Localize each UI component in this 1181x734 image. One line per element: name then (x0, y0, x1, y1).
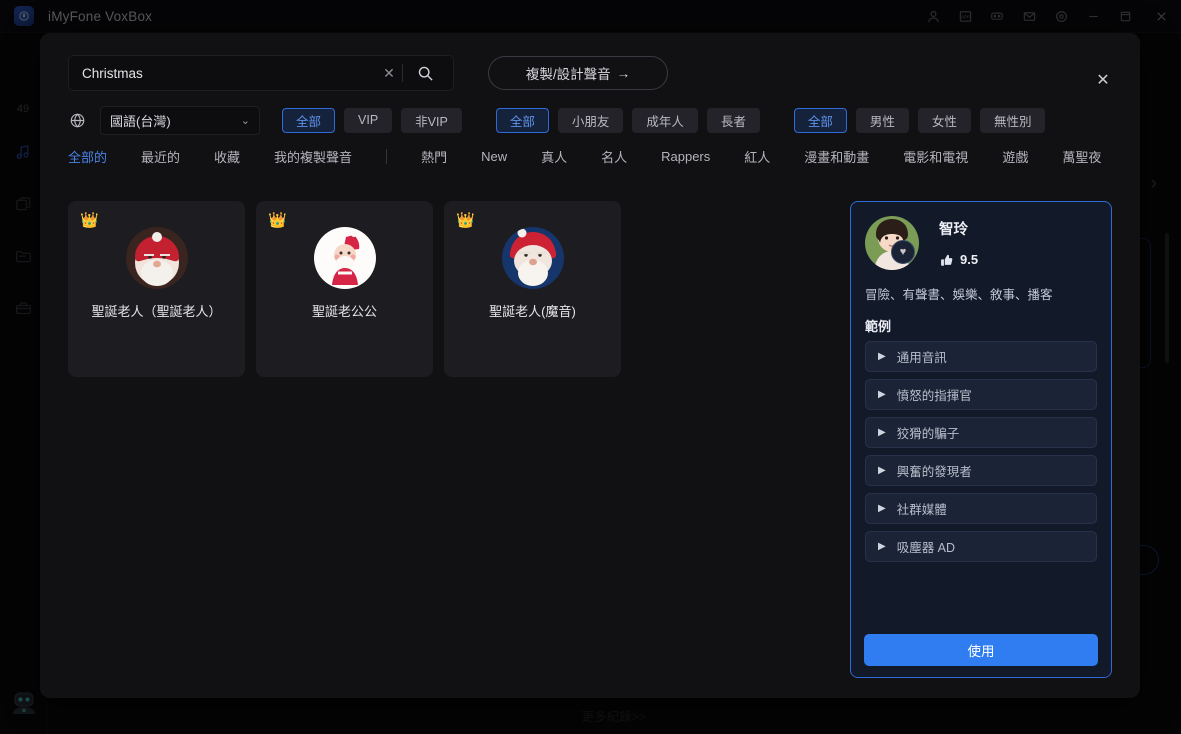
voice-rating: 9.5 (939, 252, 978, 267)
sample-item[interactable]: ▶ 憤怒的指揮官 (865, 379, 1097, 410)
avatar (125, 227, 188, 289)
sample-item[interactable]: ▶ 通用音訊 (865, 341, 1097, 372)
filter-gender-female[interactable]: 女性 (917, 107, 971, 133)
tabs-divider (386, 148, 388, 164)
use-voice-button[interactable]: 使用 (864, 634, 1098, 666)
tab-favorites[interactable]: 收藏 (214, 147, 240, 166)
chevron-down-icon: ⌄ (240, 114, 250, 127)
filter-gender-none[interactable]: 無性別 (979, 107, 1046, 133)
voice-detail-meta: 智玲 9.5 (939, 216, 978, 270)
sample-item[interactable]: ▶ 狡猾的騙子 (865, 417, 1097, 448)
filter-row: 國語(台灣) ⌄ 全部 VIP 非VIP 全部 小朋友 成年人 長者 全部 男性… (68, 105, 1046, 135)
tab-new[interactable]: New (481, 149, 507, 164)
arrow-right-icon: → (616, 65, 631, 81)
sample-label: 憤怒的指揮官 (896, 389, 972, 403)
voice-card-name: 聖誕老人（聖誕老人） (91, 304, 222, 319)
tab-celebrity[interactable]: 名人 (601, 147, 627, 166)
sample-label: 通用音訊 (896, 351, 947, 365)
tab-influencers[interactable]: 紅人 (744, 147, 770, 166)
voice-card-grid: 👑 聖誕老人（聖誕老人） 👑 聖誕老公公 👑 聖誕老人(魔音) (68, 201, 621, 377)
voice-card[interactable]: 👑 聖誕老人（聖誕老人） (68, 201, 245, 377)
play-icon[interactable]: ▶ (878, 465, 886, 476)
vip-crown-icon: 👑 (80, 212, 99, 229)
play-icon[interactable]: ▶ (878, 351, 886, 362)
voice-card-name: 聖誕老人(魔音) (489, 304, 576, 319)
clone-design-voice-button[interactable]: 複製/設計聲音 → (488, 56, 668, 90)
search-input[interactable]: Christmas (82, 66, 376, 81)
sample-item-partial[interactable] (865, 569, 1097, 585)
voice-detail-header: ♥ 智玲 9.5 (851, 202, 1111, 270)
thumbs-up-icon (941, 254, 953, 266)
search-box[interactable]: Christmas ✕ (68, 55, 454, 91)
play-icon[interactable]: ▶ (878, 541, 886, 552)
sample-label: 興奮的發現者 (896, 465, 972, 479)
voice-card[interactable]: 👑 聖誕老公公 (256, 201, 433, 377)
sample-item[interactable]: ▶ 興奮的發現者 (865, 455, 1097, 486)
play-icon[interactable]: ▶ (878, 503, 886, 514)
sample-label: 吸塵器 AD (896, 541, 956, 555)
tab-recent[interactable]: 最近的 (141, 147, 180, 166)
sample-label: 狡猾的騙子 (896, 427, 960, 441)
clear-search-icon[interactable]: ✕ (376, 60, 402, 86)
voice-detail-panel: ♥ 智玲 9.5 冒險、有聲書、娛樂、敘事、播客 範例 ▶ 通用音訊 ▶ 憤怒的… (850, 201, 1112, 678)
filter-group-gender: 全部 男性 女性 無性別 (793, 107, 1046, 133)
filter-age-kid[interactable]: 小朋友 (557, 107, 624, 133)
tab-all[interactable]: 全部的 (68, 147, 107, 166)
language-select-value: 國語(台灣) (110, 113, 171, 129)
clone-design-voice-label: 複製/設計聲音 (525, 67, 611, 82)
sample-item[interactable]: ▶ 吸塵器 AD (865, 531, 1097, 562)
play-icon[interactable]: ▶ (878, 427, 886, 438)
search-icon[interactable] (403, 60, 447, 86)
category-tabs: 全部的 最近的 收藏 我的複製聲音 熱門 New 真人 名人 Rappers 紅… (68, 143, 1135, 169)
filter-gender-male[interactable]: 男性 (855, 107, 909, 133)
filter-membership-nonvip[interactable]: 非VIP (401, 107, 462, 133)
filter-membership-vip[interactable]: VIP (344, 107, 393, 133)
filter-age-elder[interactable]: 長者 (706, 107, 760, 133)
modal-close-button[interactable]: ✕ (1090, 67, 1116, 93)
tab-real-people[interactable]: 真人 (541, 147, 567, 166)
filter-group-membership: 全部 VIP 非VIP (282, 107, 462, 133)
filter-age-adult[interactable]: 成年人 (632, 107, 698, 133)
play-icon[interactable]: ▶ (878, 389, 886, 400)
voice-detail-footer: 使用 (851, 623, 1111, 677)
avatar (313, 227, 376, 289)
vip-crown-icon: 👑 (268, 212, 287, 229)
avatar (501, 227, 564, 289)
sample-label: 社群媒體 (896, 503, 947, 517)
tab-rappers[interactable]: Rappers (661, 149, 710, 164)
voice-rating-value: 9.5 (960, 252, 979, 267)
search-row: Christmas ✕ 複製/設計聲音 → (68, 55, 668, 91)
globe-icon (68, 111, 86, 129)
tab-games[interactable]: 遊戲 (1002, 147, 1028, 166)
samples-heading: 範例 (865, 319, 892, 334)
filter-group-age: 全部 小朋友 成年人 長者 (495, 107, 760, 133)
voice-detail-tags: 冒險、有聲書、娛樂、敘事、播客 (865, 288, 1053, 302)
samples-list: ▶ 通用音訊 ▶ 憤怒的指揮官 ▶ 狡猾的騙子 ▶ 興奮的發現者 ▶ 社群媒體 … (851, 341, 1111, 585)
heart-icon[interactable]: ♥ (891, 240, 915, 264)
filter-age-all[interactable]: 全部 (495, 107, 549, 133)
tab-my-cloned-voices[interactable]: 我的複製聲音 (274, 147, 352, 166)
vip-crown-icon: 👑 (456, 212, 475, 229)
voice-card[interactable]: 👑 聖誕老人(魔音) (444, 201, 621, 377)
sample-item[interactable]: ▶ 社群媒體 (865, 493, 1097, 524)
voice-detail-name: 智玲 (939, 222, 968, 238)
tab-hot[interactable]: 熱門 (421, 147, 447, 166)
voice-card-name: 聖誕老公公 (311, 304, 377, 319)
tab-halloween[interactable]: 萬聖夜 (1062, 147, 1101, 166)
filter-membership-all[interactable]: 全部 (282, 107, 336, 133)
tab-comics-anime[interactable]: 漫畫和動畫 (804, 147, 869, 166)
voxbox-window: iMyFone VoxBox APP (0, 0, 1181, 734)
language-select[interactable]: 國語(台灣) ⌄ (100, 105, 260, 135)
voice-library-modal: Christmas ✕ 複製/設計聲音 → ✕ 國語(台灣) ⌄ 全部 VIP … (40, 33, 1140, 698)
tab-movies-tv[interactable]: 電影和電視 (903, 147, 968, 166)
filter-gender-all[interactable]: 全部 (793, 107, 847, 133)
